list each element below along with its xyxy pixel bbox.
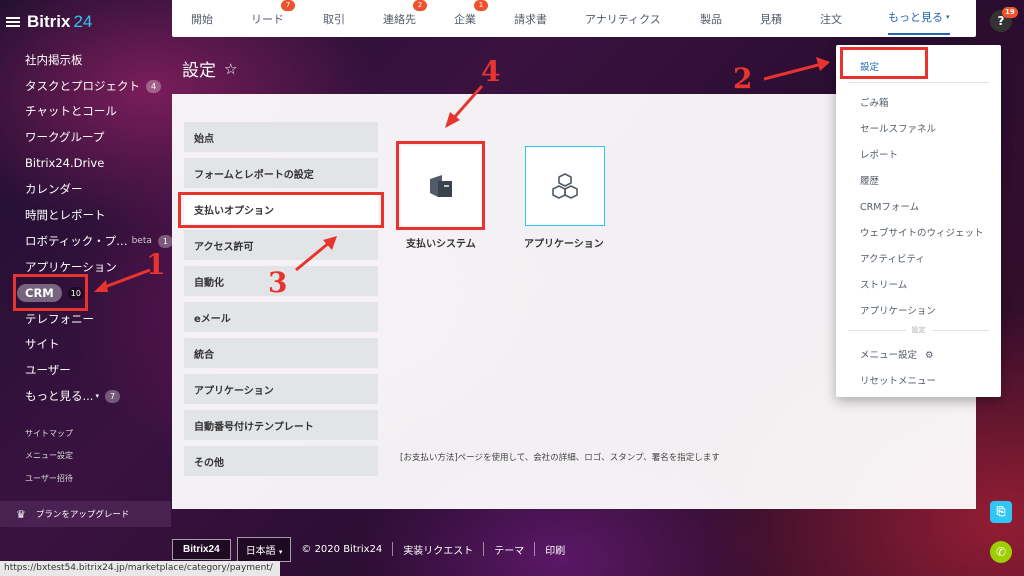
hamburger-menu-icon[interactable] [6,17,20,27]
chevron-down-icon: ▾ [946,12,950,21]
companies-badge: 1 [474,0,488,11]
settings-menu-access-permissions[interactable]: アクセス許可 [184,230,378,260]
contacts-badge: 2 [413,0,427,11]
payment-info-text: [お支払い方法]ページを使用して、会社の詳細、ロゴ、スタンプ、署名を指定します [400,453,720,463]
implementation-request-link[interactable]: 実装リクエスト [403,542,473,557]
sidebar-item-tasks[interactable]: タスクとプロジェクト 4 [25,76,161,96]
phone-icon[interactable]: ✆ [990,541,1012,563]
help-badge: 19 [1002,7,1018,18]
settings-menu-numbering-templates[interactable]: 自動番号付けテンプレート [184,410,378,440]
page-title: 設定 ☆ [182,59,238,82]
annotation-number-3: 3 [268,266,288,299]
tab-start[interactable]: 開始 [191,0,213,37]
help-icon[interactable]: ? 19 [990,7,1018,32]
invite-users-link[interactable]: ユーザー招待 [25,473,73,484]
annotation-box-payment-systems [396,141,485,230]
upgrade-label: プランをアップグレード [35,510,130,520]
dropdown-item-menu-settings[interactable]: メニュー設定 ⚙ [860,347,934,361]
tab-analytics[interactable]: アナリティクス [585,0,661,37]
tab-leads[interactable]: リード 7 [251,0,295,37]
count-badge: 7 [104,389,120,403]
cubes-icon [552,173,578,199]
settings-menu-integrations[interactable]: 統合 [184,338,378,368]
browser-status-url: https://bxtest54.bitrix24.jp/marketplace… [0,561,280,576]
tab-quotes[interactable]: 見積 [760,0,782,37]
sidebar-item-time-reports[interactable]: 時間とレポート [25,205,106,225]
tab-contacts[interactable]: 連絡先 2 [383,0,427,37]
annotation-arrow-1 [94,268,151,292]
dropdown-item-applications[interactable]: アプリケーション [860,303,936,317]
annotation-number-2: 2 [733,62,753,95]
sitemap-link[interactable]: サイトマップ [25,428,73,439]
copyright-text: © 2020 Bitrix24 [301,543,383,555]
dropdown-divider [848,82,989,83]
logo[interactable]: Bitrix 24 [27,12,92,32]
tab-deals[interactable]: 取引 [323,0,345,37]
sidebar-item-workgroups[interactable]: ワークグループ [25,127,104,147]
tab-more[interactable]: もっと見る ▾ [888,0,950,35]
dropdown-item-sales-funnel[interactable]: セールスファネル [860,121,936,135]
sidebar-item-drive[interactable]: Bitrix24.Drive [25,153,104,173]
count-badge: 1 [157,234,173,248]
language-selector[interactable]: 日本語 ▾ [236,536,292,562]
dropdown-item-history[interactable]: 履歴 [860,173,879,187]
applications-tile[interactable] [525,146,605,226]
tab-invoices[interactable]: 請求書 [514,0,547,37]
sidebar-item-users[interactable]: ユーザー [25,360,71,380]
dropdown-item-reports[interactable]: レポート [860,147,898,161]
chat-panel-icon[interactable]: ⎘ [990,501,1012,523]
settings-menu-other[interactable]: その他 [184,446,378,476]
leads-badge: 7 [281,0,295,11]
tab-orders[interactable]: 注文 [820,0,842,37]
settings-menu-applications[interactable]: アプリケーション [184,374,378,404]
sidebar-item-telephony[interactable]: テレフォニー [25,309,94,329]
chevron-down-icon: ▾ [278,547,283,556]
crm-top-nav: 開始 リード 7 取引 連絡先 2 企業 1 請求書 アナリティクス 製品 見積 注文… [172,0,976,37]
footer: Bitrix24 日本語 ▾ © 2020 Bitrix24 実装リクエスト テ… [172,534,565,564]
dropdown-item-stream[interactable]: ストリーム [860,277,907,291]
annotation-box-payment-options [178,192,384,228]
settings-menu-email[interactable]: eメール [184,302,378,332]
sidebar-item-more[interactable]: もっと見る... ▾ 7 [25,386,120,406]
settings-menu-forms-reports[interactable]: フォームとレポートの設定 [184,158,378,188]
crown-icon: ♛ [16,507,26,521]
payment-systems-label: 支払いシステム [406,239,476,250]
star-icon[interactable]: ☆ [224,60,237,78]
annotation-box-settings [840,47,928,79]
dropdown-item-recycle-bin[interactable]: ごみ箱 [860,95,889,109]
tab-companies[interactable]: 企業 1 [454,0,488,37]
footer-divider [483,542,485,556]
sidebar-item-calendar[interactable]: カレンダー [25,179,83,199]
settings-menu-start[interactable]: 始点 [184,122,378,152]
beta-label: beta [131,236,152,246]
annotation-arrow-4 [445,85,484,128]
footer-divider [534,542,536,556]
bitrix24-footer-button[interactable]: Bitrix24 [172,538,231,560]
annotation-arrow-3 [295,236,337,272]
upgrade-plan-button[interactable]: ♛ プランをアップグレード [0,501,171,527]
footer-divider [392,542,394,556]
sidebar-item-sites[interactable]: サイト [25,334,60,354]
dropdown-item-crm-forms[interactable]: CRMフォーム [860,199,919,213]
dropdown-caption-settings: 設定 [836,325,1001,335]
dropdown-item-website-widgets[interactable]: ウェブサイトのウィジェット [860,225,984,239]
tab-products[interactable]: 製品 [700,0,722,37]
theme-link[interactable]: テーマ [494,542,524,557]
applications-label: アプリケーション [524,239,604,250]
more-dropdown-menu: 設定 ごみ箱 セールスファネル レポート 履歴 CRMフォーム ウェブサイトのウ… [836,45,1001,397]
print-link[interactable]: 印刷 [545,542,565,557]
count-badge: 4 [146,79,161,93]
annotation-box-crm [13,274,88,311]
sidebar-item-news[interactable]: 社内掲示板 [25,50,83,70]
logo-row: Bitrix 24 [6,12,92,32]
menu-settings-link[interactable]: メニュー設定 [25,450,73,461]
dropdown-item-reset-menu[interactable]: リセットメニュー [860,373,936,387]
annotation-arrow-2 [763,57,830,81]
sidebar-item-chat[interactable]: チャットとコール [25,101,117,121]
gear-icon: ⚙ [925,350,934,361]
dropdown-item-activities[interactable]: アクティビティ [860,251,925,265]
